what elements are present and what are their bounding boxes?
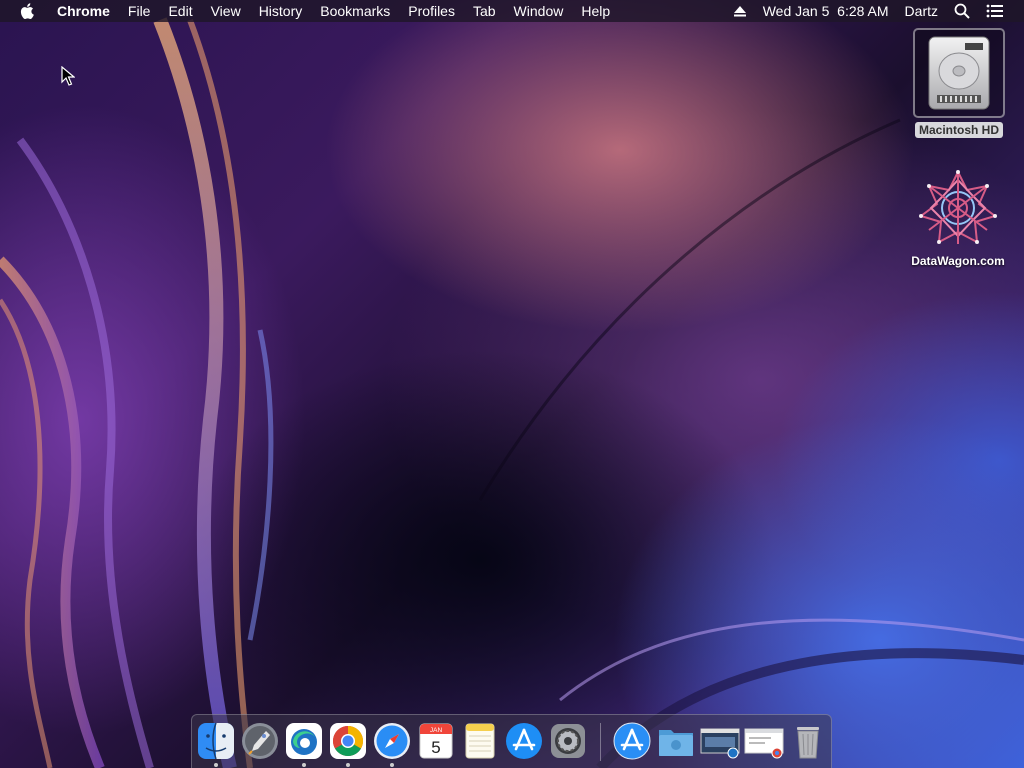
edge-icon[interactable] xyxy=(284,721,324,767)
dock: JAN 5 xyxy=(191,714,832,768)
running-indicator xyxy=(302,763,306,767)
chrome-icon[interactable] xyxy=(328,721,368,767)
dock-separator xyxy=(600,723,601,761)
notes-icon[interactable] xyxy=(460,721,500,761)
finder-icon[interactable] xyxy=(196,721,236,767)
menu-view[interactable]: View xyxy=(202,0,250,22)
menu-help[interactable]: Help xyxy=(572,0,619,22)
eject-icon[interactable] xyxy=(725,0,755,22)
menu-bookmarks[interactable]: Bookmarks xyxy=(311,0,399,22)
desktop-wallpaper xyxy=(0,0,1024,768)
edge-window-thumbnail-icon[interactable] xyxy=(700,721,740,761)
running-indicator xyxy=(390,763,394,767)
menu-bar: Chrome File Edit View History Bookmarks … xyxy=(0,0,1024,22)
chrome-window-thumbnail-icon[interactable] xyxy=(744,721,784,761)
menu-app-name[interactable]: Chrome xyxy=(48,0,119,22)
app-store-download-icon[interactable] xyxy=(612,721,652,761)
menu-history[interactable]: History xyxy=(250,0,312,22)
system-preferences-icon[interactable] xyxy=(548,721,588,761)
menu-window[interactable]: Window xyxy=(505,0,573,22)
launchpad-icon[interactable] xyxy=(240,721,280,761)
running-indicator xyxy=(346,763,350,767)
app-store-icon[interactable] xyxy=(504,721,544,761)
notification-center-icon[interactable] xyxy=(978,0,1012,22)
menu-clock[interactable]: Wed Jan 5 6:28 AM xyxy=(755,0,897,22)
hard-drive-icon xyxy=(928,36,990,110)
desktop-icon-datawagon[interactable]: DataWagon.com xyxy=(896,168,1020,268)
datawagon-logo-icon xyxy=(918,169,998,244)
desktop-icon-macintosh-hd[interactable]: Macintosh HD xyxy=(906,28,1012,138)
safari-icon[interactable] xyxy=(372,721,412,767)
calendar-icon[interactable]: JAN 5 xyxy=(416,721,456,761)
desktop-icon-label: Macintosh HD xyxy=(914,122,1003,138)
menu-user[interactable]: Dartz xyxy=(897,0,946,22)
desktop-icon-label: DataWagon.com xyxy=(911,254,1005,268)
menu-profiles[interactable]: Profiles xyxy=(399,0,464,22)
trash-icon[interactable] xyxy=(788,721,828,761)
selection-frame xyxy=(913,28,1005,118)
menu-file[interactable]: File xyxy=(119,0,160,22)
folder-icon[interactable] xyxy=(656,721,696,761)
menu-tab[interactable]: Tab xyxy=(464,0,505,22)
menu-edit[interactable]: Edit xyxy=(159,0,201,22)
spotlight-search-icon[interactable] xyxy=(946,0,978,22)
calendar-month: JAN xyxy=(430,727,443,734)
mouse-cursor-icon xyxy=(61,65,76,91)
calendar-day: 5 xyxy=(431,738,440,757)
apple-icon[interactable] xyxy=(0,0,48,22)
running-indicator xyxy=(214,763,218,767)
